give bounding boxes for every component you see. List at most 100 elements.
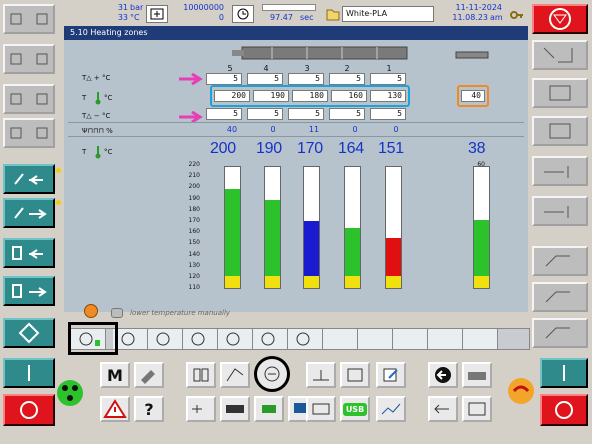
left-core-a-button[interactable] — [3, 84, 55, 114]
edit-button[interactable] — [376, 362, 406, 388]
tab-heating-6[interactable] — [253, 329, 288, 349]
alarm-icon[interactable] — [506, 376, 536, 406]
tab-empty[interactable] — [358, 329, 393, 349]
robot-button[interactable] — [254, 396, 284, 422]
right-screen-button-7[interactable] — [532, 282, 588, 312]
lower-temp-hint: lower temperature manually — [130, 309, 231, 317]
right-heating-off-button[interactable] — [540, 394, 588, 426]
page-right-button[interactable] — [462, 396, 492, 422]
temperature-bar-feed — [473, 166, 490, 289]
left-nozzle-forward-button[interactable] — [3, 198, 55, 228]
tool-button[interactable] — [134, 362, 164, 388]
tab-heating-3[interactable] — [148, 329, 183, 349]
usb-button[interactable]: USB — [340, 396, 370, 422]
left-unit-back-button[interactable] — [3, 238, 55, 268]
tab-heating-2[interactable] — [113, 329, 148, 349]
left-nozzle-back-button[interactable] — [3, 164, 55, 194]
tab-heating-4[interactable] — [183, 329, 218, 349]
lower-tol-field[interactable]: 5 — [247, 108, 283, 120]
mold-name[interactable]: White-PLA — [342, 6, 434, 22]
lower-tol-field[interactable]: 5 — [288, 108, 324, 120]
right-heating-on-button[interactable] — [540, 358, 588, 388]
printer-button[interactable] — [462, 362, 492, 388]
right-screen-button-4[interactable] — [532, 156, 588, 186]
page-left-button[interactable] — [428, 396, 458, 422]
zone-header: 4 — [263, 64, 269, 73]
zone-header: 3 — [304, 64, 310, 73]
actual-temp-feed: 38 — [468, 140, 486, 157]
temp-unit: °C — [130, 13, 140, 22]
setpoint-field-feed[interactable]: 40 — [461, 90, 485, 102]
tab-empty[interactable] — [323, 329, 358, 349]
lower-tol-field[interactable]: 5 — [329, 108, 365, 120]
left-auto-mode-button[interactable] — [3, 318, 55, 348]
tab-empty[interactable] — [463, 329, 498, 349]
back-button[interactable] — [428, 362, 458, 388]
time-suffix: am — [490, 13, 503, 22]
scale-tick-label: 200 — [188, 183, 200, 191]
manual-mode-button[interactable]: M — [100, 362, 130, 388]
lower-tol-field[interactable]: 5 — [206, 108, 242, 120]
scale-tick-label: 220 — [188, 161, 200, 168]
actual-temp-zone1: 151 — [378, 140, 404, 157]
scale-tick-label: 120 — [188, 273, 200, 280]
network-icon[interactable] — [55, 378, 85, 408]
bar-low-band — [474, 275, 489, 288]
heating-button-selected[interactable] — [254, 356, 290, 392]
right-screen-button-2[interactable] — [532, 78, 588, 108]
data-button[interactable] — [306, 396, 336, 422]
nozzle-button[interactable] — [220, 362, 250, 388]
mode-icon[interactable] — [146, 5, 168, 23]
right-screen-button-3[interactable] — [532, 116, 588, 146]
upper-tol-field[interactable]: 5 — [329, 73, 365, 85]
tab-heating-7[interactable] — [288, 329, 323, 349]
setpoint-field-zone4[interactable]: 190 — [253, 90, 289, 102]
left-motor-off-button[interactable] — [3, 394, 55, 426]
thermometer-icon — [94, 90, 102, 105]
screw-button[interactable] — [220, 396, 250, 422]
setpoint-field-zone5[interactable]: 200 — [214, 90, 250, 102]
cycle-button[interactable] — [340, 362, 370, 388]
divider — [68, 122, 524, 123]
cycle-progress — [262, 4, 316, 11]
tab-strip — [70, 328, 530, 350]
left-unit-forward-button[interactable] — [3, 276, 55, 306]
right-screen-button-5[interactable] — [532, 196, 588, 226]
right-screen-button-8[interactable] — [532, 318, 588, 348]
scale-tick-label: 170 — [188, 217, 200, 224]
temperature-bar-zone1 — [385, 166, 402, 289]
setpoint-field-zone3[interactable]: 180 — [292, 90, 328, 102]
left-motor-on-button[interactable] — [3, 358, 55, 388]
scale-tick-label: 140 — [188, 250, 200, 258]
shot-counter: 10000000 — [183, 3, 224, 12]
tab-empty[interactable] — [428, 329, 463, 349]
checkbox[interactable] — [111, 308, 123, 318]
right-screen-button-1[interactable] — [532, 40, 588, 70]
power-value: 11 — [308, 125, 320, 134]
temperature-bar-zone2 — [344, 166, 361, 289]
tab-heating-5[interactable] — [218, 329, 253, 349]
right-screen-button-6[interactable] — [532, 246, 588, 276]
setpoint-field-zone1[interactable]: 130 — [370, 90, 406, 102]
left-ejector-button[interactable] — [3, 44, 55, 74]
upper-tol-field[interactable]: 5 — [288, 73, 324, 85]
left-mold-close-button[interactable] — [3, 4, 55, 34]
mold-button[interactable] — [186, 362, 216, 388]
setpoint-field-zone2[interactable]: 160 — [331, 90, 367, 102]
indicator-dot — [56, 200, 61, 205]
key-icon[interactable] — [510, 7, 524, 21]
injection-button[interactable] — [306, 362, 336, 388]
barrel-icon — [232, 42, 412, 64]
left-core-b-button[interactable] — [3, 118, 55, 148]
help-button[interactable]: ? — [134, 396, 164, 422]
actual-label: T — [82, 148, 87, 156]
clamp-button[interactable] — [186, 396, 216, 422]
upper-tol-field[interactable]: 5 — [206, 73, 242, 85]
warning-button[interactable] — [100, 396, 130, 422]
emergency-stop-button[interactable] — [532, 4, 588, 34]
upper-tol-field[interactable]: 5 — [370, 73, 406, 85]
upper-tol-field[interactable]: 5 — [247, 73, 283, 85]
tab-empty[interactable] — [393, 329, 428, 349]
lower-tol-field[interactable]: 5 — [370, 108, 406, 120]
graph-button[interactable] — [376, 396, 406, 422]
